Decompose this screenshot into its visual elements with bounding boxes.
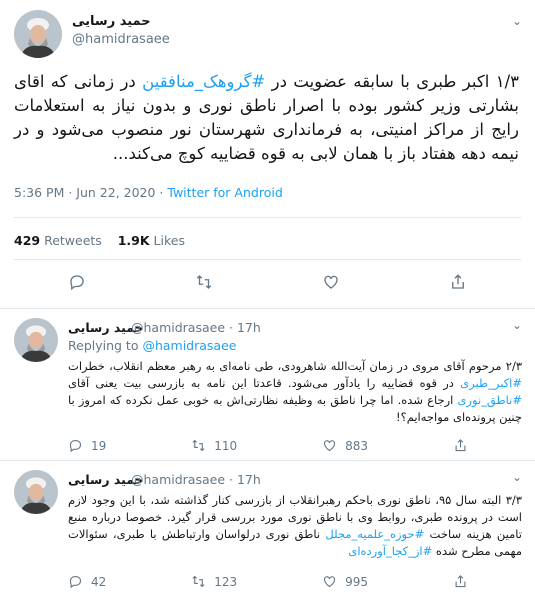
reply-text: ۳/۳ البته سال ۹۵، ناطق نوری باحکم رهبران…	[68, 492, 522, 560]
like-button[interactable]: 995	[322, 574, 368, 589]
reply-tweet[interactable]: حمید رسایی @hamidrasaee · 17h ⌄ Replying…	[0, 308, 535, 454]
reply-count: 42	[91, 574, 107, 589]
reply-text-part: در قوه قضاییه را یادآور می‌شود. قاعدتا ا…	[68, 376, 461, 390]
retweet-count: 123	[214, 574, 238, 589]
retweet-icon	[196, 275, 212, 289]
reply-actions: 19 110 883	[68, 438, 468, 453]
share-icon	[451, 274, 464, 289]
tweet-text-part: ۱/۳ اکبر طبری با سابقه عضویت در	[265, 72, 519, 91]
author-name[interactable]: حمید رسایی	[72, 14, 151, 29]
reply-count: 19	[91, 438, 107, 453]
heart-icon	[324, 576, 336, 588]
replying-prefix: Replying to	[68, 338, 143, 353]
likes-count: 1.9K	[117, 233, 150, 248]
share-icon	[455, 575, 466, 588]
author-handle[interactable]: @hamidrasaee	[72, 32, 170, 47]
like-count: 995	[345, 574, 369, 589]
reply-text: ۲/۳ مرحوم آقای مروی در زمان آیت‌الله شاه…	[68, 358, 522, 426]
more-options-chevron-icon[interactable]: ⌄	[512, 14, 522, 28]
reply-text-part: ارجاع شده. اما چرا ناطق به وظیفه نظارتی‌…	[68, 393, 522, 424]
more-options-chevron-icon[interactable]: ⌄	[512, 470, 522, 484]
like-count: 883	[345, 438, 369, 453]
hashtag-link[interactable]: #حوزه_علمیه_مجلل	[325, 527, 424, 541]
reply-button[interactable]	[68, 273, 86, 291]
reply-text-part: ۲/۳ مرحوم آقای مروی در زمان آیت‌الله شاه…	[68, 359, 522, 373]
retweets-stat[interactable]: 429 Retweets	[14, 233, 102, 248]
share-button[interactable]	[453, 438, 468, 453]
retweet-icon	[192, 439, 205, 452]
tweet-stats: 429 Retweets 1.9K Likes	[14, 233, 185, 248]
tweet-timestamp: 5:36 PM · Jun 22, 2020 · Twitter for And…	[14, 185, 283, 200]
share-icon	[455, 439, 466, 452]
heart-icon	[324, 275, 338, 289]
heart-icon	[324, 440, 336, 452]
avatar[interactable]	[14, 318, 58, 362]
share-button[interactable]	[453, 574, 468, 589]
reply-button[interactable]: 42	[68, 574, 106, 589]
reply-button[interactable]: 19	[68, 438, 106, 453]
retweet-button[interactable]: 123	[191, 574, 237, 589]
replying-to-link[interactable]: @hamidrasaee	[142, 338, 236, 353]
tweet-actions	[14, 273, 521, 291]
avatar-image	[14, 318, 58, 362]
reply-icon	[69, 575, 82, 589]
replying-to: Replying to @hamidrasaee	[68, 338, 236, 353]
hashtag-link[interactable]: #گروهک_منافقین	[142, 72, 265, 91]
avatar[interactable]	[14, 470, 58, 514]
share-button[interactable]	[449, 273, 467, 291]
retweets-label: Retweets	[44, 233, 102, 248]
reply-tweet[interactable]: حمید رسایی @hamidrasaee · 17h ⌄ ۳/۳ البت…	[0, 460, 535, 599]
timestamp-text[interactable]: 5:36 PM · Jun 22, 2020 ·	[14, 185, 167, 200]
retweet-button[interactable]: 110	[191, 438, 237, 453]
reply-actions: 42 123 995	[68, 574, 468, 589]
more-options-chevron-icon[interactable]: ⌄	[512, 318, 522, 332]
like-button[interactable]	[322, 273, 340, 291]
hashtag-link[interactable]: #اکبر_طبری	[460, 376, 522, 390]
tweet-text: ۱/۳ اکبر طبری با سابقه عضویت در #گروهک_م…	[14, 70, 519, 166]
author-handle[interactable]: @hamidrasaee · 17h	[131, 472, 261, 487]
retweet-icon	[192, 575, 205, 588]
avatar[interactable]	[14, 10, 62, 58]
retweet-count: 110	[214, 438, 238, 453]
hashtag-link[interactable]: #از_کجا_آورده‌ای	[348, 544, 432, 558]
author-handle[interactable]: @hamidrasaee · 17h	[131, 320, 261, 335]
like-button[interactable]: 883	[322, 438, 368, 453]
likes-stat[interactable]: 1.9K Likes	[118, 233, 185, 248]
retweet-button[interactable]	[195, 273, 213, 291]
avatar-image	[14, 470, 58, 514]
reply-icon	[69, 439, 82, 453]
divider	[14, 217, 521, 218]
hashtag-link[interactable]: #ناطق_نوری	[457, 393, 522, 407]
divider	[14, 259, 521, 260]
reply-icon	[70, 275, 85, 291]
retweets-count: 429	[14, 233, 41, 248]
avatar-image	[14, 10, 62, 58]
source-link[interactable]: Twitter for Android	[167, 185, 282, 200]
likes-label: Likes	[153, 233, 185, 248]
